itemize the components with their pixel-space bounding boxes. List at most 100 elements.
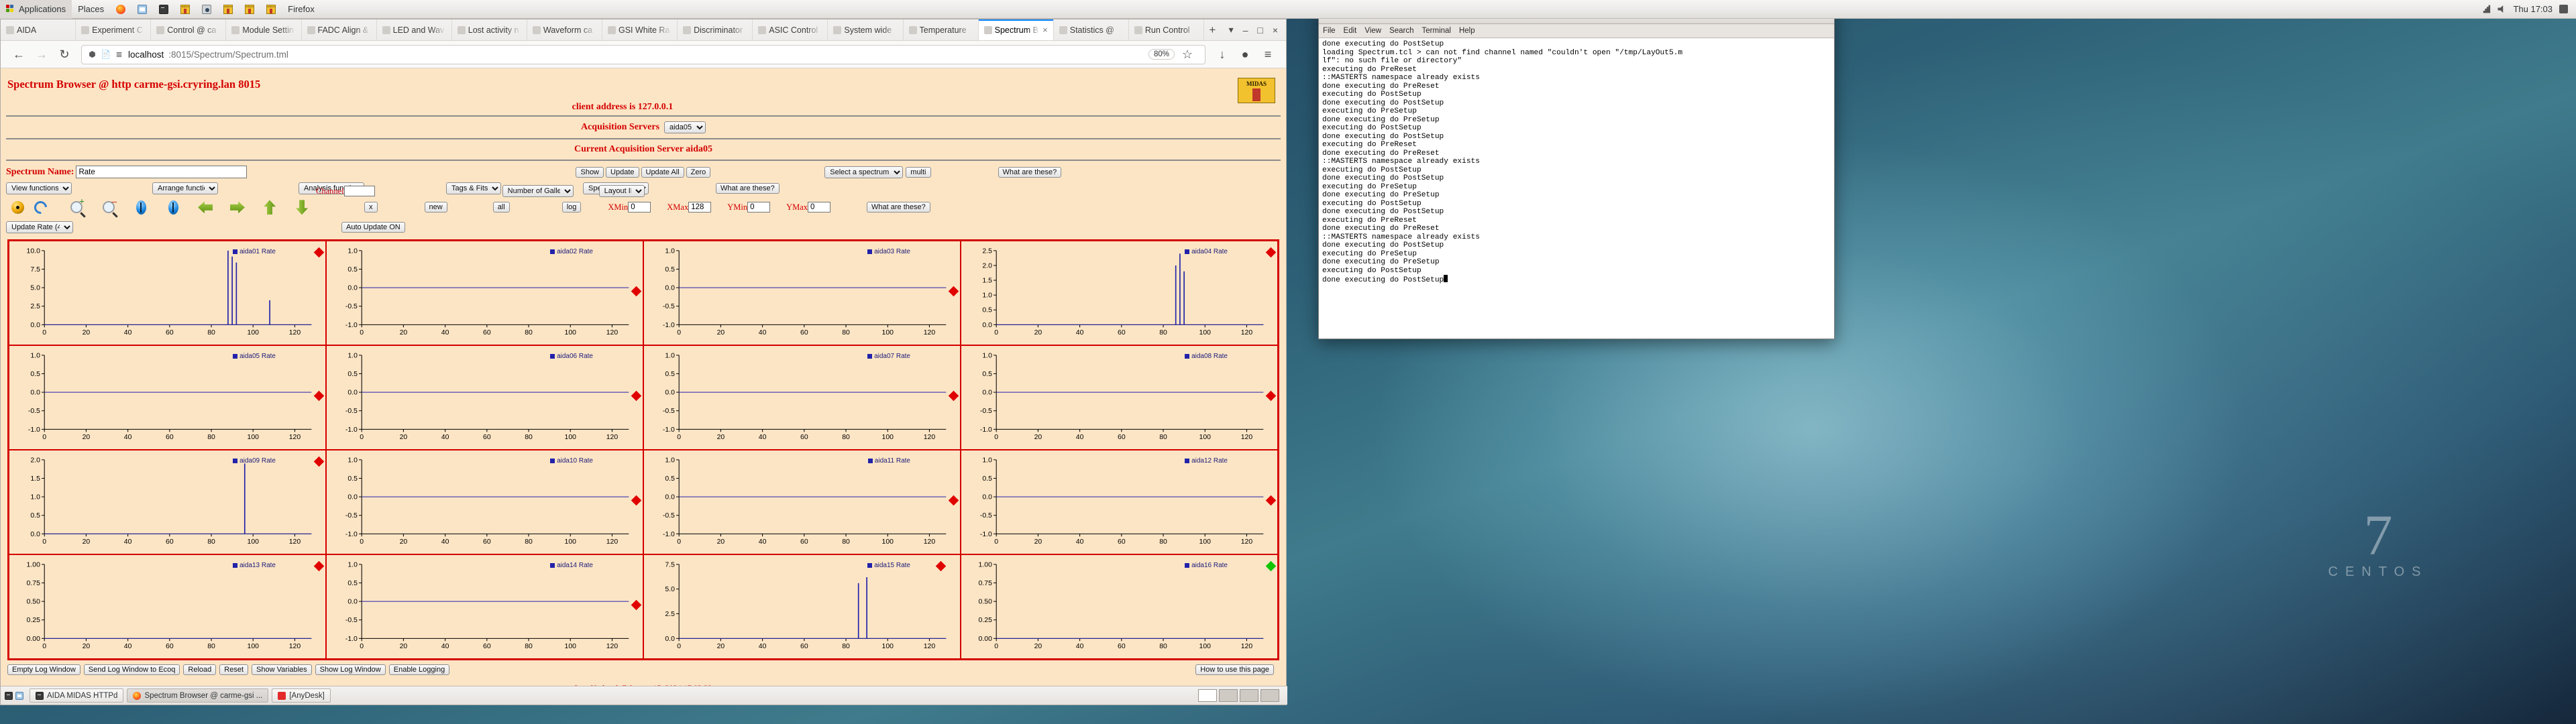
spectrum-plot-panel[interactable]: 0204060801001201.00.50.0-0.5-1.0aida06 R… [326,345,643,450]
workspace-2[interactable] [1219,689,1238,702]
back-button[interactable]: ← [7,44,30,64]
spectrum-plot-panel[interactable]: 0204060801001202.52.01.51.00.50.0aida04 … [961,241,1278,345]
firefox-launcher[interactable] [110,0,131,19]
update-rate-select[interactable]: Update Rate (4 secs) [6,221,73,233]
close-icon[interactable]: × [1042,25,1048,35]
spectrum-plot-panel[interactable]: 0204060801001201.00.50.0-0.5-1.0aida10 R… [326,450,643,554]
workspace-1[interactable] [1198,689,1217,702]
spectrum-plot-panel[interactable]: 0204060801001201.00.50.0-0.5-1.0aida05 R… [9,345,326,450]
empty-log-window-button[interactable]: Empty Log Window [7,664,80,675]
xmin-input[interactable] [628,202,651,213]
menu-help[interactable]: Help [1459,27,1475,35]
browser-tab[interactable]: Temperature [904,19,979,40]
spectrum-plot-panel[interactable]: 0204060801001201.000.750.500.250.00aida1… [961,554,1278,659]
browser-tab[interactable]: Statistics @ [1054,19,1129,40]
spectrum-plot-panel[interactable]: 0204060801001201.00.50.0-0.5-1.0aida14 R… [326,554,643,659]
screenshot-window[interactable] [196,0,217,19]
new-tab-button[interactable]: + [1204,19,1221,40]
all-button[interactable]: all [493,202,510,213]
places-menu[interactable]: Places [72,0,110,19]
spectrum-plot-panel[interactable]: 02040608010012010.07.55.02.50.0aida01 Ra… [9,241,326,345]
show-button[interactable]: Show [576,167,604,178]
taskbar-item-anydesk[interactable]: [AnyDesk] [272,688,330,703]
reload-button[interactable]: Reload [183,664,216,675]
midas-window-2[interactable] [217,0,239,19]
volume-icon[interactable] [2498,5,2506,13]
spectrum-plot-panel[interactable]: 0204060801001201.000.750.500.250.00aida1… [9,554,326,659]
zoom-level-badge[interactable]: 80% [1148,49,1175,60]
account-icon[interactable]: ● [1234,44,1256,64]
midas-window-3[interactable] [239,0,260,19]
refresh-icon[interactable] [29,198,52,216]
show-variables-button[interactable]: Show Variables [252,664,312,675]
browser-tab[interactable]: Control @ ca [151,19,226,40]
radioactive-icon[interactable] [6,198,29,216]
multi-button[interactable]: multi [906,167,930,178]
browser-tab[interactable]: System wide [828,19,903,40]
clock[interactable]: Thu 17:03 [2513,4,2553,14]
send-log-window-button[interactable]: Send Log Window to Ecoq [84,664,180,675]
terminal-output[interactable]: done executing do PostSetup loading Spec… [1319,38,1834,339]
files-icon[interactable] [15,692,23,700]
shrink-vertical-icon[interactable] [162,198,184,216]
spectrum-plot-panel[interactable]: 0204060801001201.00.50.0-0.5-1.0aida11 R… [643,450,961,554]
log-button[interactable]: log [562,202,582,213]
midas-window-4[interactable] [260,0,282,19]
browser-tab[interactable]: Discriminator [678,19,753,40]
spectrum-plot-panel[interactable]: 0204060801001201.00.50.0-0.5-1.0aida02 R… [326,241,643,345]
enable-logging-button[interactable]: Enable Logging [389,664,449,675]
update-button[interactable]: Update [606,167,639,178]
browser-tab[interactable]: Waveform ca [527,19,602,40]
arrow-down-icon[interactable] [290,198,313,216]
files-launcher[interactable] [131,0,153,19]
maximize-icon[interactable]: □ [1257,25,1263,36]
power-icon[interactable] [2559,5,2568,13]
network-icon[interactable] [2482,5,2491,13]
browser-tab[interactable]: Run Control [1129,19,1204,40]
browser-tab[interactable]: Module Settin [226,19,301,40]
menu-view[interactable]: View [1364,27,1381,35]
spectrum-plot-panel[interactable]: 0204060801001201.00.50.0-0.5-1.0aida08 R… [961,345,1278,450]
shield-icon[interactable]: ⬢ [88,50,97,59]
menu-file[interactable]: File [1323,27,1336,35]
permissions-icon[interactable]: ≣ [115,50,123,59]
spectrum-plot-panel[interactable]: 0204060801001201.00.50.0-0.5-1.0aida03 R… [643,241,961,345]
auto-update-button[interactable]: Auto Update ON [341,222,405,233]
browser-tab-active[interactable]: Spectrum B × [979,19,1054,40]
page-info-icon[interactable]: 📄 [101,50,110,59]
workspace-3[interactable] [1240,689,1258,702]
downloads-icon[interactable]: ↓ [1211,44,1234,64]
x-button[interactable]: x [364,202,378,213]
update-all-button[interactable]: Update All [641,167,684,178]
close-window-icon[interactable]: × [1273,25,1278,36]
what-are-these-button-1[interactable]: What are these? [998,167,1062,178]
zoom-in-icon[interactable] [65,198,88,216]
reset-button[interactable]: Reset [219,664,248,675]
reload-button[interactable]: ↻ [53,44,76,64]
xmax-input[interactable] [688,202,711,213]
show-log-window-button[interactable]: Show Log Window [315,664,386,675]
forward-button[interactable]: → [30,44,53,64]
url-bar[interactable]: ⬢ 📄 ≣ localhost:8015/Spectrum/Spectrum.t… [81,45,1205,64]
menu-search[interactable]: Search [1389,27,1413,35]
app-menu-button[interactable]: ≡ [1256,44,1279,64]
midas-window-1[interactable] [174,0,196,19]
terminal-icon[interactable] [5,692,13,700]
ymax-input[interactable] [808,202,830,213]
arrow-right-icon[interactable] [226,198,249,216]
arrow-left-icon[interactable] [194,198,217,216]
spectrum-plot-panel[interactable]: 0204060801001202.01.51.00.50.0aida09 Rat… [9,450,326,554]
new-button[interactable]: new [425,202,447,213]
expand-vertical-icon[interactable] [129,198,152,216]
bookmark-star-icon[interactable]: ☆ [1176,44,1199,64]
browser-tab[interactable]: ASIC Control [753,19,828,40]
browser-tab[interactable]: FADC Align & [302,19,377,40]
browser-tab[interactable]: LED and Wav [377,19,452,40]
workspace-4[interactable] [1260,689,1279,702]
zero-button[interactable]: Zero [686,167,711,178]
browser-tab[interactable]: Experiment C [76,19,151,40]
spectrum-plot-panel[interactable]: 0204060801001201.00.50.0-0.5-1.0aida12 R… [961,450,1278,554]
spectrum-plot-panel[interactable]: 0204060801001201.00.50.0-0.5-1.0aida07 R… [643,345,961,450]
how-to-use-this-page-button[interactable]: How to use this page [1195,664,1274,675]
applications-menu[interactable]: Applications [0,0,72,19]
